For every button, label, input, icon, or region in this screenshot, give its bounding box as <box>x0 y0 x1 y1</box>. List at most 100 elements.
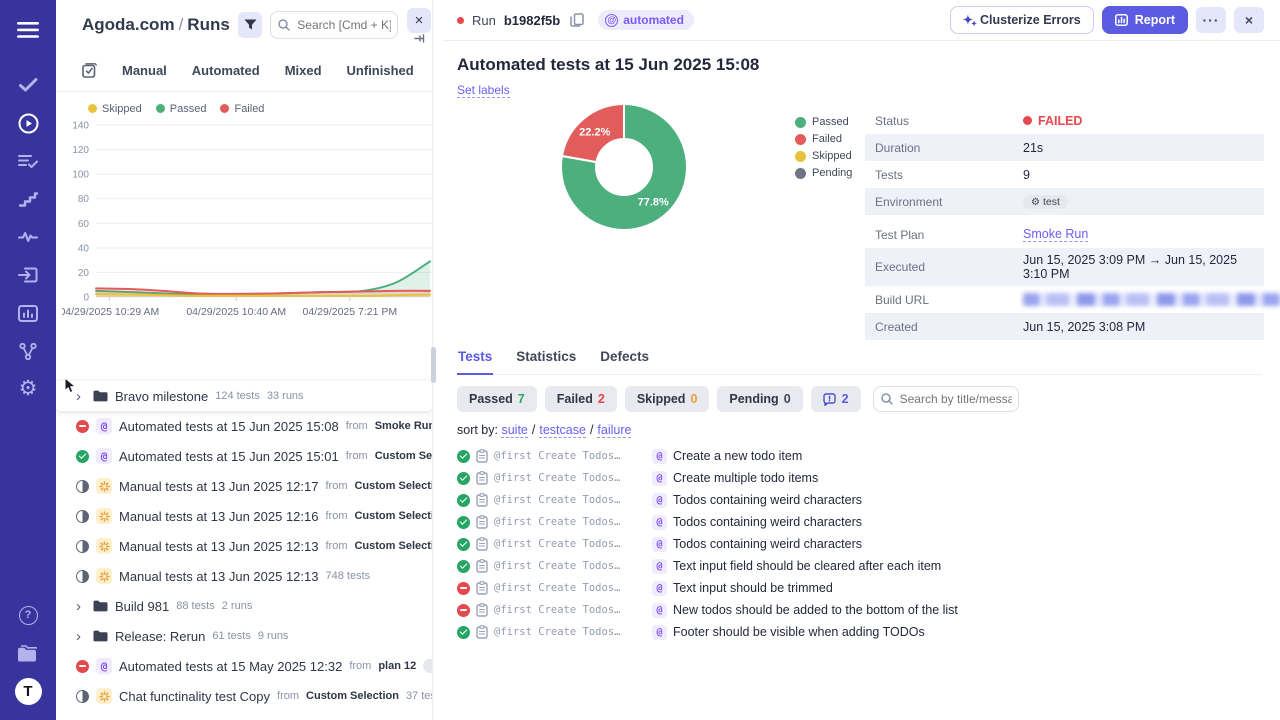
activity-icon[interactable] <box>0 218 56 256</box>
folders-icon[interactable] <box>0 634 56 672</box>
sort-by-failure[interactable]: failure <box>597 423 632 438</box>
test-row[interactable]: @first Create Todos… Text input field sh… <box>457 555 1262 577</box>
pin-icon[interactable] <box>414 34 427 43</box>
tests-search-input[interactable] <box>872 386 1019 412</box>
test-title[interactable]: Todos containing weird characters <box>673 515 862 529</box>
run-source[interactable]: Custom Selection <box>354 510 432 522</box>
run-name[interactable]: Automated tests at 15 May 2025 12:32 <box>119 659 342 674</box>
comments-filter-pill[interactable]: 2 <box>810 386 861 412</box>
branch-icon[interactable] <box>0 332 56 370</box>
run-row[interactable]: Automated tests at 15 Jun 2025 15:01 fro… <box>56 441 432 471</box>
filter-count: 7 <box>517 392 525 406</box>
run-source[interactable]: plan 12 <box>378 660 416 672</box>
check-icon[interactable] <box>0 66 56 104</box>
test-row[interactable]: @first Create Todos… Todos containing we… <box>457 533 1262 555</box>
play-circle-icon[interactable] <box>0 104 56 142</box>
import-icon[interactable] <box>0 256 56 294</box>
run-name[interactable]: Manual tests at 13 Jun 2025 12:17 <box>119 479 318 494</box>
run-row[interactable]: Automated tests at 15 Jun 2025 15:08 fro… <box>56 411 432 441</box>
run-name[interactable]: Automated tests at 15 Jun 2025 15:01 <box>119 449 339 464</box>
test-title[interactable]: Todos containing weird characters <box>673 537 862 551</box>
tab-mixed[interactable]: Mixed <box>285 63 322 78</box>
test-row[interactable]: @first Create Todos… Todos containing we… <box>457 511 1262 533</box>
run-row[interactable]: Bravo milestone 124 tests 33 runs <box>56 377 432 411</box>
legend-dot <box>795 167 806 179</box>
test-row[interactable]: @first Create Todos… New todos should be… <box>457 599 1262 621</box>
scrollbar-thumb[interactable] <box>431 347 436 383</box>
tab-tests[interactable]: Tests <box>457 349 494 375</box>
run-row[interactable]: Build 981 88 tests 2 runs <box>56 591 432 621</box>
test-title[interactable]: Create a new todo item <box>673 449 802 463</box>
run-row[interactable]: Manual tests at 13 Jun 2025 12:16 from C… <box>56 501 432 531</box>
run-row[interactable]: Chat functinality test Copy from Custom … <box>56 681 432 711</box>
copy-icon[interactable] <box>570 13 584 27</box>
chevron-right-icon[interactable] <box>76 629 86 644</box>
run-name[interactable]: Bravo milestone <box>115 389 208 404</box>
manual-icon <box>96 478 112 494</box>
gear-icon[interactable] <box>0 370 56 408</box>
run-source[interactable]: Smoke Run <box>375 420 432 432</box>
menu-icon[interactable] <box>0 10 56 50</box>
run-name[interactable]: Automated tests at 15 Jun 2025 15:08 <box>119 419 339 434</box>
close-run-button[interactable] <box>1234 7 1264 33</box>
test-title[interactable]: Create multiple todo items <box>673 471 818 485</box>
sort-by-testcase[interactable]: testcase <box>539 423 586 438</box>
test-title[interactable]: Todos containing weird characters <box>673 493 862 507</box>
report-button[interactable]: Report <box>1101 6 1188 34</box>
test-row[interactable]: @first Create Todos… Text input should b… <box>457 577 1262 599</box>
app-sidebar <box>0 0 56 720</box>
sort-by-suite[interactable]: suite <box>501 423 528 438</box>
breadcrumb-project[interactable]: Agoda.com <box>82 15 175 34</box>
test-title[interactable]: New todos should be added to the bottom … <box>673 603 958 617</box>
filter-button[interactable] <box>237 12 263 38</box>
run-name[interactable]: Manual tests at 13 Jun 2025 12:13 <box>119 539 318 554</box>
test-title[interactable]: Text input field should be cleared after… <box>673 559 941 573</box>
more-options-button[interactable] <box>1196 7 1226 33</box>
manual-icon <box>96 508 112 524</box>
tab-statistics[interactable]: Statistics <box>515 349 577 374</box>
tab-manual[interactable]: Manual <box>122 63 167 78</box>
help-icon[interactable] <box>0 596 56 634</box>
run-row[interactable]: Release: Rerun 61 tests 9 runs <box>56 621 432 651</box>
tab-unfinished[interactable]: Unfinished <box>347 63 414 78</box>
test-title[interactable]: Text input should be trimmed <box>673 581 833 595</box>
chevron-right-icon[interactable] <box>76 389 86 404</box>
test-row[interactable]: @first Create Todos… Create a new todo i… <box>457 445 1262 467</box>
bar-chart-icon[interactable] <box>0 294 56 332</box>
filter-pill[interactable]: Pending 0 <box>717 386 803 412</box>
test-plan-link[interactable]: Smoke Run <box>1023 227 1089 242</box>
run-name[interactable]: Manual tests at 13 Jun 2025 12:13 <box>119 569 318 584</box>
test-title[interactable]: Footer should be visible when adding TOD… <box>673 625 925 639</box>
run-name[interactable]: Manual tests at 13 Jun 2025 12:16 <box>119 509 318 524</box>
run-row[interactable]: Manual tests at 13 Jun 2025 12:13 from C… <box>56 531 432 561</box>
chevron-right-icon[interactable] <box>76 599 86 614</box>
tab-automated[interactable]: Automated <box>192 63 260 78</box>
run-name[interactable]: Release: Rerun <box>115 629 205 644</box>
run-source[interactable]: Custom Selection <box>354 480 432 492</box>
tab-defects[interactable]: Defects <box>599 349 650 374</box>
run-name[interactable]: Chat functinality test Copy <box>119 689 270 704</box>
panel-close-button[interactable] <box>407 8 431 33</box>
set-labels-link[interactable]: Set labels <box>457 83 510 98</box>
run-source[interactable]: Custom Selection <box>354 540 432 552</box>
run-source[interactable]: Custom Selection <box>306 690 399 702</box>
logo-t[interactable] <box>0 672 56 710</box>
run-source[interactable]: Custom Selection <box>375 450 432 462</box>
clusterize-errors-button[interactable]: Clusterize Errors <box>949 6 1094 34</box>
steps-icon[interactable] <box>0 180 56 218</box>
filter-pill[interactable]: Passed 7 <box>457 386 537 412</box>
run-detail-panel: Run b1982f5b automated Clusterize Errors… <box>443 0 1280 720</box>
test-row[interactable]: @first Create Todos… Footer should be vi… <box>457 621 1262 643</box>
test-row[interactable]: @first Create Todos… Create multiple tod… <box>457 467 1262 489</box>
run-row[interactable]: Automated tests at 15 May 2025 12:32 fro… <box>56 651 432 681</box>
comments-count: 2 <box>841 392 849 406</box>
select-all-icon[interactable] <box>82 63 97 78</box>
run-row[interactable]: Manual tests at 13 Jun 2025 12:17 from C… <box>56 471 432 501</box>
filter-pill[interactable]: Failed 2 <box>544 386 617 412</box>
run-row[interactable]: Manual tests at 13 Jun 2025 12:13 748 te… <box>56 561 432 591</box>
test-row[interactable]: @first Create Todos… Todos containing we… <box>457 489 1262 511</box>
info-value: Jun 15, 2025 3:08 PM Jun 15, 2025 3:08 P… <box>1023 320 1145 334</box>
list-check-icon[interactable] <box>0 142 56 180</box>
run-name[interactable]: Build 981 <box>115 599 169 614</box>
filter-pill[interactable]: Skipped 0 <box>624 386 710 412</box>
